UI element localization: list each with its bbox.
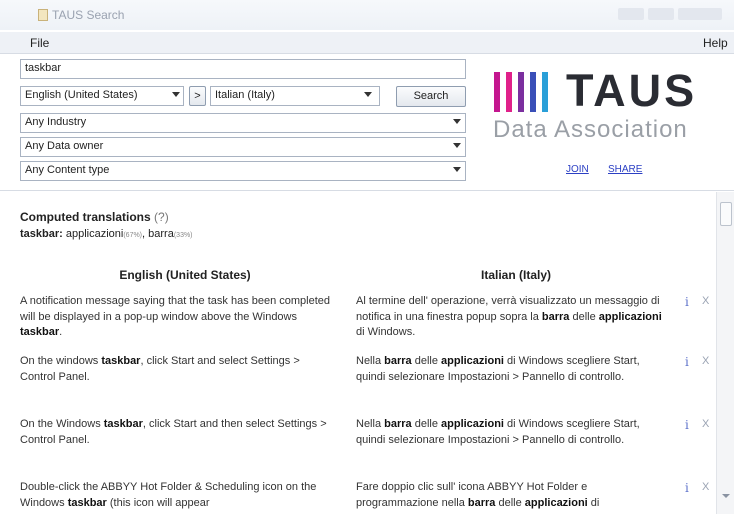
highlighted-term: taskbar [101, 355, 141, 367]
highlighted-term: barra [384, 418, 412, 430]
computed-title-text: Computed translations [20, 210, 151, 224]
target-segment: Al termine dell' operazione, verrà visua… [356, 294, 672, 341]
search-input[interactable]: taskbar [20, 59, 466, 79]
swap-label: > [194, 90, 201, 102]
segment-text: A notification message saying that the t… [20, 295, 331, 323]
info-icon[interactable]: i [685, 418, 689, 432]
remove-icon[interactable]: X [702, 355, 709, 367]
header-divider [0, 190, 734, 191]
highlighted-term: barra [467, 496, 496, 509]
computed-translation-2: barra [148, 228, 174, 240]
segment-text: On the windows [20, 355, 102, 367]
segment-text: delle [569, 310, 599, 323]
highlighted-term: taskbar [67, 496, 107, 509]
taus-logo: TAUS Data Association JOIN SHARE [490, 65, 730, 188]
highlighted-term: taskbar [20, 326, 60, 338]
segment-text: delle [495, 496, 525, 509]
source-language-value: English (United States) [25, 89, 138, 101]
chevron-down-icon [453, 167, 461, 172]
segment-text: Nella [356, 355, 385, 367]
logo-bar [494, 72, 500, 112]
content-type-value: Any Content type [25, 164, 110, 176]
remove-icon[interactable]: X [702, 418, 709, 430]
logo-tagline: Data Association [493, 116, 688, 143]
close-button[interactable] [678, 8, 722, 20]
computed-help-link[interactable]: (?) [154, 210, 169, 224]
chevron-down-icon [453, 119, 461, 124]
computed-separator: , [142, 228, 146, 240]
info-icon[interactable]: i [685, 355, 689, 369]
computed-translations-heading: Computed translations (?) [20, 210, 169, 224]
content-type-select[interactable]: Any Content type [20, 161, 466, 181]
remove-icon[interactable]: X [702, 481, 709, 493]
search-input-value: taskbar [25, 62, 62, 74]
highlighted-term: barra [541, 310, 570, 323]
logo-wordmark: TAUS [566, 65, 698, 116]
chevron-down-icon [172, 92, 180, 97]
highlighted-term: applicazioni [598, 310, 662, 323]
target-language-value: Italian (Italy) [215, 89, 275, 101]
computed-translation-1: applicazioni [65, 228, 124, 240]
chevron-down-icon [453, 143, 461, 148]
results-panel: Computed translations (?) taskbar: appli… [0, 192, 716, 514]
info-icon[interactable]: i [685, 481, 689, 495]
computed-translation-1-pct: (67%) [123, 232, 143, 239]
source-segment: A notification message saying that the t… [20, 294, 338, 341]
source-segment: On the Windows taskbar, click Start and … [20, 417, 338, 448]
data-owner-select[interactable]: Any Data owner [20, 137, 466, 157]
segment-text: delle [411, 418, 442, 430]
logo-bar [542, 72, 548, 112]
menu-file[interactable]: File [30, 36, 49, 50]
computed-term: taskbar: [20, 228, 63, 240]
minimize-button[interactable] [618, 8, 644, 20]
scrollbar-thumb[interactable] [720, 202, 732, 226]
data-owner-value: Any Data owner [25, 140, 104, 152]
chevron-down-icon [364, 92, 372, 97]
join-link[interactable]: JOIN [566, 164, 589, 175]
target-segment: Fare doppio clic sull' icona ABBYY Hot F… [356, 480, 672, 511]
scroll-down-arrow[interactable] [722, 494, 730, 498]
segment-text: . [59, 326, 63, 338]
logo-bar [530, 72, 536, 112]
target-segment: Nella barra delle applicazioni di Window… [356, 417, 672, 448]
target-column-header: Italian (Italy) [480, 268, 551, 282]
segment-text: On the Windows [20, 418, 104, 430]
target-segment: Nella barra delle applicazioni di Window… [356, 354, 672, 385]
highlighted-term: barra [384, 355, 412, 367]
window-titlebar: TAUS Search [0, 0, 734, 30]
source-segment: On the windows taskbar, click Start and … [20, 354, 338, 385]
computed-translations-line: taskbar: applicazioni(67%), barra(33%) [20, 228, 193, 240]
industry-value: Any Industry [25, 116, 87, 128]
segment-text: di Windows. [356, 326, 416, 338]
share-link[interactable]: SHARE [608, 164, 642, 175]
computed-translation-2-pct: (33%) [173, 232, 193, 239]
highlighted-term: applicazioni [524, 496, 588, 509]
info-icon[interactable]: i [685, 295, 689, 309]
source-language-select[interactable]: English (United States) [20, 86, 184, 106]
menu-bar: File Help [0, 32, 734, 54]
results-scrollbar[interactable] [716, 192, 734, 514]
search-button-label: Search [413, 90, 449, 102]
segment-text: delle [411, 355, 442, 367]
source-segment: Double-click the ABBYY Hot Folder & Sche… [20, 480, 338, 511]
segment-text: Nella [356, 418, 385, 430]
remove-icon[interactable]: X [702, 295, 709, 307]
logo-bar [518, 72, 524, 112]
industry-select[interactable]: Any Industry [20, 113, 466, 133]
source-column-header: English (United States) [119, 268, 251, 282]
logo-bar [506, 72, 512, 112]
highlighted-term: applicazioni [441, 418, 504, 430]
search-button[interactable]: Search [396, 86, 466, 107]
highlighted-term: applicazioni [441, 355, 504, 367]
maximize-button[interactable] [648, 8, 674, 20]
app-icon [38, 9, 48, 21]
menu-help[interactable]: Help [703, 36, 728, 50]
window-title: TAUS Search [52, 8, 125, 22]
swap-languages-button[interactable]: > [189, 86, 206, 106]
highlighted-term: taskbar [103, 418, 143, 430]
segment-text: di [587, 496, 600, 509]
segment-text: (this icon will appear [106, 496, 210, 509]
target-language-select[interactable]: Italian (Italy) [210, 86, 380, 106]
